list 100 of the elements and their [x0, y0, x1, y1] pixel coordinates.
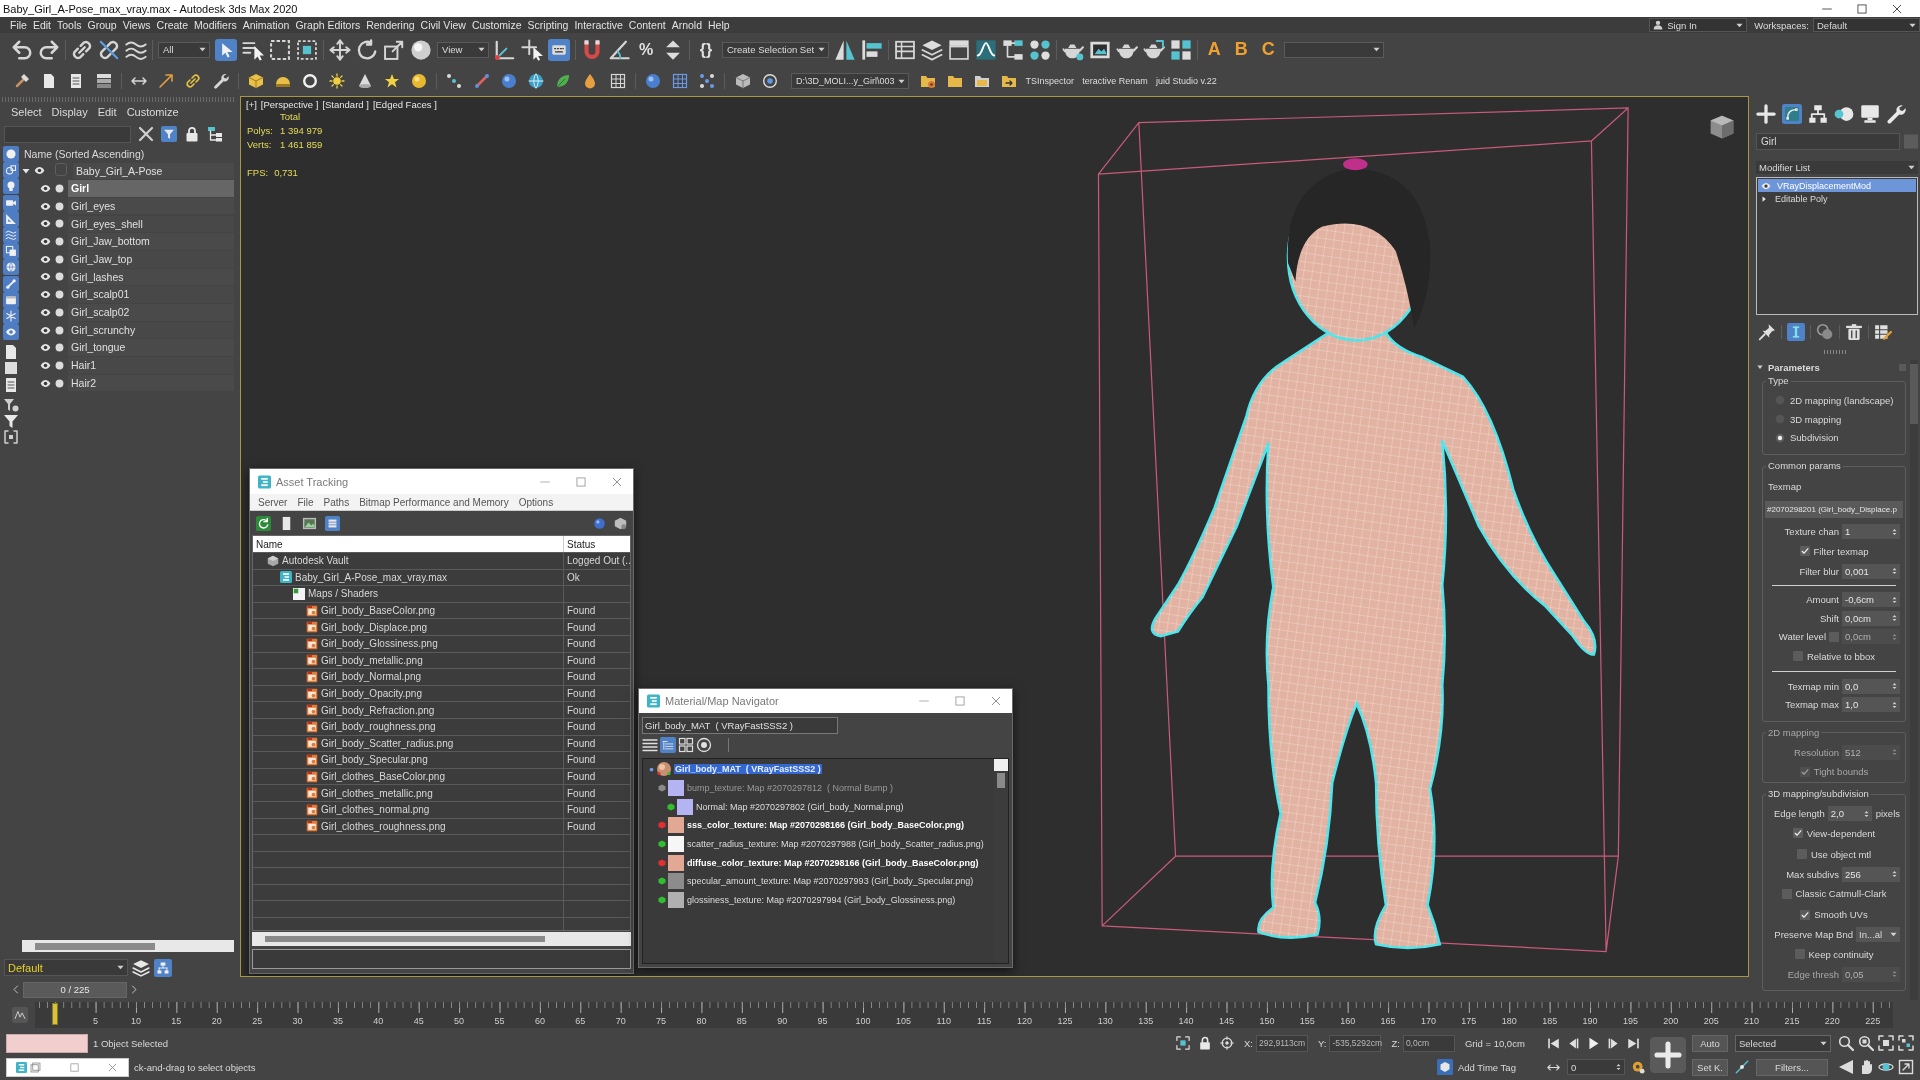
toolbar-button[interactable]: TSInspector — [1025, 76, 1074, 86]
toolbar-button[interactable]: teractive Renam — [1082, 76, 1148, 86]
name-field[interactable]: Girl_body_MAT ( VRayFastSSS2 ) — [642, 717, 838, 734]
asset-name[interactable]: Girl_body_Displace.png — [321, 621, 428, 633]
toolbar-button[interactable]: {} — [695, 40, 717, 59]
redo-icon[interactable] — [38, 38, 60, 61]
eye-icon[interactable] — [40, 236, 51, 248]
rollout-header[interactable]: Parameters — [1756, 360, 1908, 374]
circle-dot-icon[interactable] — [696, 737, 712, 753]
magnet-icon[interactable] — [581, 38, 603, 61]
keyboard-icon[interactable] — [548, 38, 570, 61]
dots-icon[interactable] — [699, 73, 716, 89]
funnel-icon[interactable] — [3, 396, 19, 413]
menu-item[interactable]: Arnold — [668, 19, 705, 31]
column-header[interactable]: Name (Sorted Ascending) — [22, 146, 234, 162]
checkbox[interactable] — [1799, 546, 1810, 557]
spinner-field[interactable]: 1 — [1842, 524, 1900, 540]
scrollbar[interactable] — [1910, 360, 1918, 1000]
coordinate-field[interactable]: 0,0cm — [1402, 1034, 1455, 1052]
sphere-icon[interactable] — [410, 38, 432, 61]
time-marker[interactable] — [52, 1003, 59, 1025]
lock-icon[interactable] — [1198, 1036, 1212, 1050]
previous-frame-icon[interactable] — [1567, 1036, 1580, 1050]
toolbar-button[interactable]: C — [1257, 39, 1280, 60]
option-label[interactable]: Smooth UVs — [1814, 909, 1868, 921]
dot-icon[interactable] — [55, 272, 64, 282]
dot-icon[interactable] — [55, 254, 64, 264]
asset-name[interactable]: Girl_body_Normal.png — [321, 671, 422, 683]
option-label[interactable]: Subdivision — [1790, 432, 1839, 444]
filters-button[interactable]: Filters... — [1756, 1058, 1828, 1076]
tree-item[interactable]: Girl_tongue — [68, 339, 234, 356]
table-icon[interactable] — [894, 38, 917, 61]
toolbar-button[interactable]: B — [1230, 39, 1253, 60]
bracket-icon[interactable] — [3, 429, 19, 446]
tree-item[interactable]: Girl_scalp02 — [68, 304, 234, 321]
cone-icon[interactable] — [356, 73, 373, 89]
maximize-icon[interactable] — [1857, 3, 1867, 14]
option-label[interactable]: Classic Catmull-Clark — [1795, 888, 1887, 900]
menu-item[interactable]: Scripting — [524, 19, 572, 31]
eye-icon[interactable] — [40, 200, 51, 212]
eye-icon[interactable] — [40, 253, 51, 265]
toolbar-button[interactable]: % — [635, 40, 657, 59]
circles-icon[interactable] — [1834, 104, 1854, 124]
menu-item[interactable]: Create — [153, 19, 192, 31]
column-header[interactable]: Name — [253, 536, 564, 552]
plus-icon[interactable] — [1650, 1037, 1686, 1073]
script-field[interactable] — [6, 1033, 88, 1053]
eye-icon[interactable] — [3, 324, 19, 341]
spheres-icon[interactable] — [1029, 38, 1052, 61]
menu-item[interactable]: Display — [46, 106, 93, 118]
tree-item[interactable]: diffuse_color_texture: Map #2070298166 (Girl_body_BaseColor.png) — [686, 857, 980, 868]
hammer-icon[interactable] — [14, 73, 30, 89]
square-icon[interactable] — [3, 360, 19, 377]
coordinate-field[interactable]: 292,9113cm — [1256, 1034, 1308, 1052]
wrench-icon[interactable] — [212, 73, 229, 89]
tree-item[interactable]: scatter_radius_texture: Map #2070297988 (Girl_body_Scatter_radius.png) — [686, 839, 985, 850]
funnel-icon[interactable] — [3, 413, 19, 429]
chevron-right-icon[interactable] — [130, 984, 138, 995]
viewport-label[interactable]: [+] — [246, 99, 257, 110]
radio-button[interactable] — [1775, 433, 1785, 443]
option-label[interactable]: View-dependent — [1806, 827, 1876, 839]
menu-item[interactable]: Server — [253, 496, 293, 508]
asset-name[interactable]: Maps / Shaders — [308, 588, 379, 600]
triangle-icon[interactable] — [1838, 1059, 1854, 1075]
eye-icon[interactable] — [40, 359, 51, 371]
checkbox[interactable] — [1781, 888, 1792, 899]
trash-icon[interactable] — [1845, 323, 1863, 341]
menu-item[interactable]: Group — [84, 19, 120, 31]
star-icon[interactable] — [383, 73, 400, 89]
asset-name[interactable]: Girl_body_Refraction.png — [321, 704, 435, 716]
option-label[interactable]: 2D mapping (landscape) — [1790, 394, 1894, 406]
tree-item[interactable]: Girl_scrunchy — [68, 321, 234, 339]
dropdown[interactable]: D:\3D_MOLI...y_Girl\003 — [791, 73, 909, 89]
sign-in-button[interactable]: Sign In — [1649, 18, 1748, 32]
menu-item[interactable]: Help — [705, 19, 733, 31]
asset-name[interactable]: Baby_Girl_A-Pose_max_vray.max — [295, 571, 448, 583]
spinner-field[interactable]: 0,0 — [1842, 678, 1900, 694]
menu-item[interactable]: Content — [625, 19, 669, 31]
i-beam-icon[interactable] — [1787, 323, 1805, 341]
folder-icon[interactable] — [1001, 73, 1018, 89]
viewport[interactable] — [240, 96, 1749, 977]
stack-item[interactable]: Editable Poly — [1758, 192, 1916, 205]
circle-dot-icon[interactable] — [761, 73, 778, 89]
cube-icon[interactable] — [614, 516, 627, 530]
asset-name[interactable]: Autodesk Vault — [282, 555, 349, 567]
set-key-button[interactable]: Set K. — [1692, 1058, 1728, 1076]
dot-icon[interactable] — [55, 201, 64, 211]
input-field[interactable] — [252, 949, 631, 969]
dot-icon[interactable] — [55, 307, 64, 317]
dropdown[interactable]: View — [437, 41, 489, 58]
tiles-icon[interactable] — [1170, 38, 1193, 61]
unlink-icon[interactable] — [98, 38, 120, 61]
cursor-icon[interactable] — [215, 38, 237, 61]
dot-icon[interactable] — [55, 219, 64, 229]
image-icon[interactable] — [302, 515, 317, 531]
menu-item[interactable]: File — [292, 496, 319, 508]
monitor-icon[interactable] — [1860, 104, 1880, 124]
toolbar-button[interactable]: juid Studio v.22 — [1155, 76, 1217, 86]
character-model-drawing[interactable] — [1150, 158, 1597, 950]
funnel-icon[interactable] — [161, 126, 177, 142]
